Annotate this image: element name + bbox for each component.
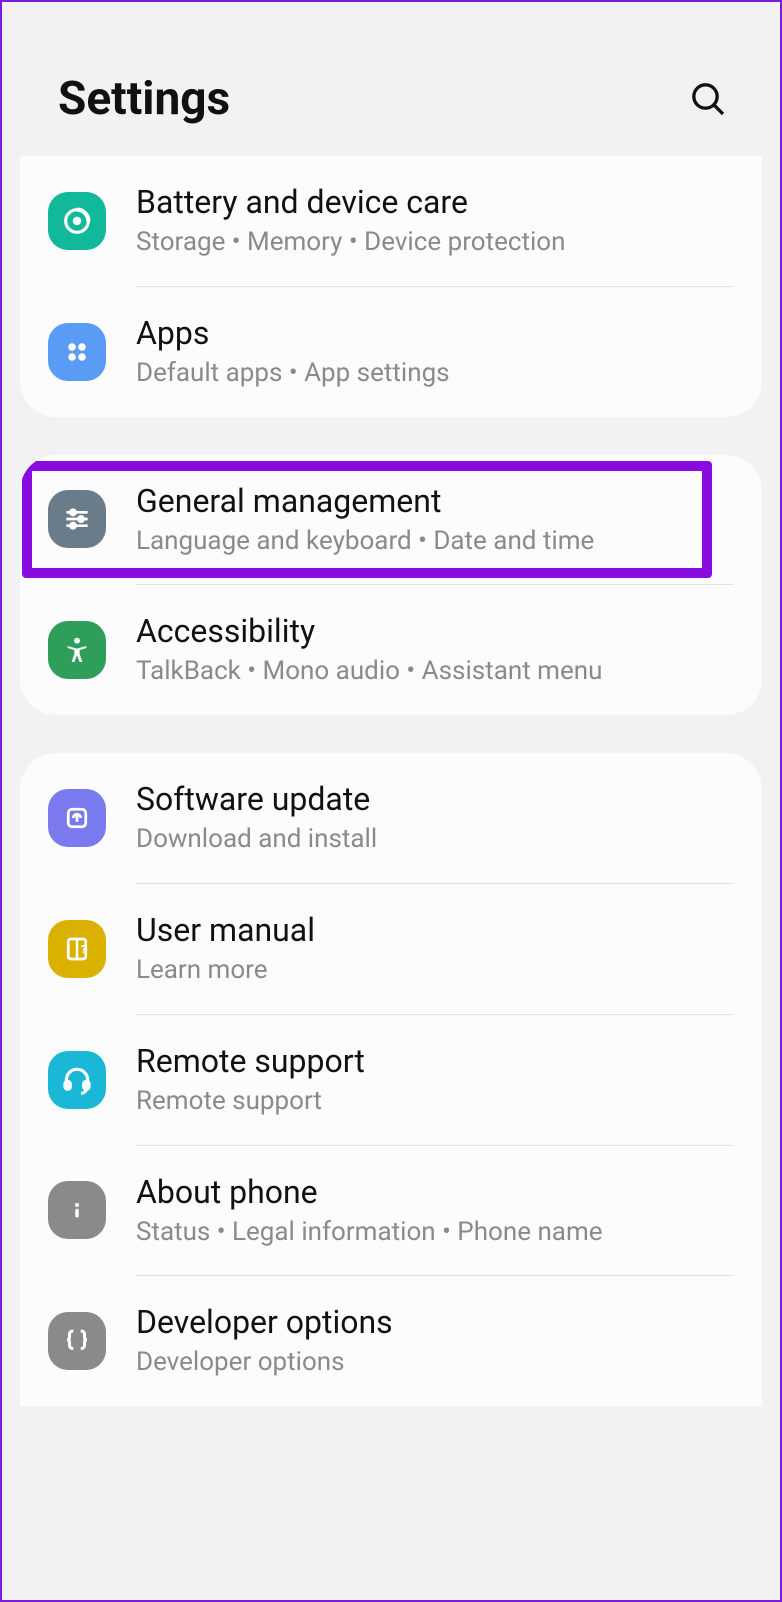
item-subtitle: TalkBack • Mono audio • Assistant menu xyxy=(136,655,734,689)
update-icon xyxy=(48,789,106,847)
settings-group: Software update Download and install ? U… xyxy=(20,753,762,1406)
settings-item-developer-options[interactable]: Developer options Developer options xyxy=(20,1276,762,1406)
settings-item-user-manual[interactable]: ? User manual Learn more xyxy=(20,884,762,1014)
item-title: Battery and device care xyxy=(136,182,734,222)
settings-item-apps[interactable]: Apps Default apps • App settings xyxy=(20,287,762,417)
settings-item-battery[interactable]: Battery and device care Storage • Memory… xyxy=(20,156,762,286)
search-button[interactable] xyxy=(684,75,732,123)
settings-item-general-management[interactable]: General management Language and keyboard… xyxy=(20,455,762,585)
item-title: User manual xyxy=(136,910,734,950)
svg-text:?: ? xyxy=(81,943,87,956)
item-title: Software update xyxy=(136,779,734,819)
item-title: Remote support xyxy=(136,1041,734,1081)
item-title: General management xyxy=(136,481,734,521)
book-icon: ? xyxy=(48,920,106,978)
apps-icon xyxy=(48,323,106,381)
item-subtitle: Default apps • App settings xyxy=(136,357,734,391)
settings-item-about-phone[interactable]: About phone Status • Legal information •… xyxy=(20,1146,762,1276)
item-subtitle: Learn more xyxy=(136,954,734,988)
settings-group: General management Language and keyboard… xyxy=(20,455,762,716)
headset-icon xyxy=(48,1051,106,1109)
info-icon xyxy=(48,1181,106,1239)
search-icon xyxy=(688,79,728,119)
item-title: Accessibility xyxy=(136,611,734,651)
sliders-icon xyxy=(48,490,106,548)
item-subtitle: Storage • Memory • Device protection xyxy=(136,226,734,260)
battery-care-icon xyxy=(48,192,106,250)
settings-item-remote-support[interactable]: Remote support Remote support xyxy=(20,1015,762,1145)
item-title: About phone xyxy=(136,1172,734,1212)
accessibility-icon xyxy=(48,621,106,679)
item-title: Developer options xyxy=(136,1302,734,1342)
item-subtitle: Download and install xyxy=(136,823,734,857)
page-title: Settings xyxy=(58,72,230,126)
settings-item-accessibility[interactable]: Accessibility TalkBack • Mono audio • As… xyxy=(20,585,762,715)
settings-item-software-update[interactable]: Software update Download and install xyxy=(20,753,762,883)
item-subtitle: Status • Legal information • Phone name xyxy=(136,1216,734,1250)
item-subtitle: Language and keyboard • Date and time xyxy=(136,525,734,559)
item-title: Apps xyxy=(136,313,734,353)
settings-group: Battery and device care Storage • Memory… xyxy=(20,156,762,417)
item-subtitle: Remote support xyxy=(136,1085,734,1119)
header: Settings xyxy=(2,2,780,156)
item-subtitle: Developer options xyxy=(136,1346,734,1380)
braces-icon xyxy=(48,1312,106,1370)
